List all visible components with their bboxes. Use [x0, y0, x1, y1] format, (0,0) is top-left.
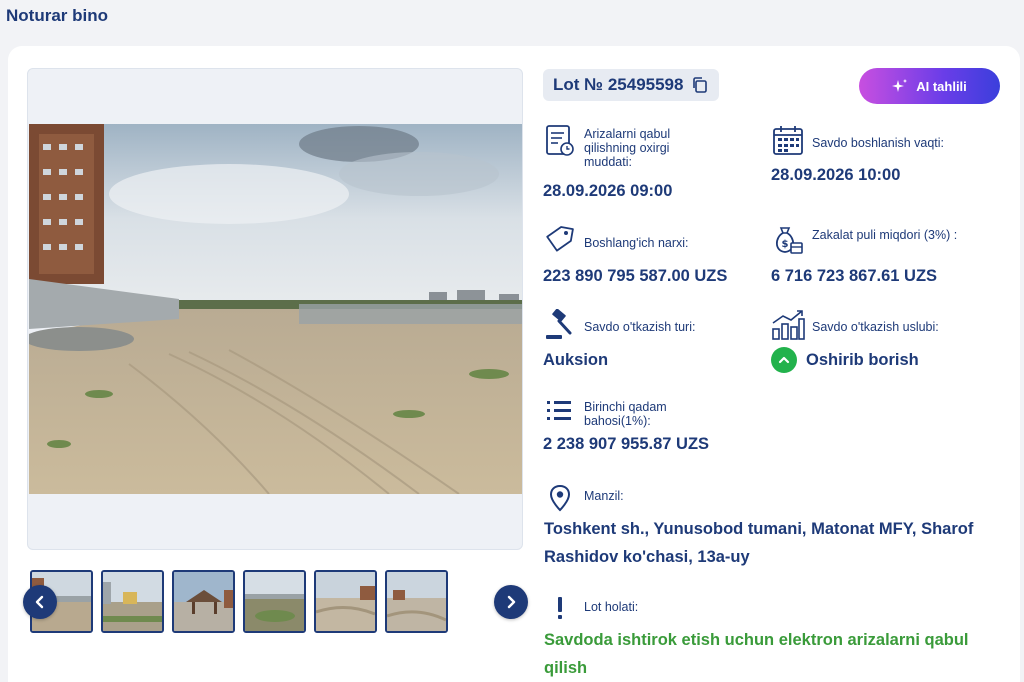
trade-type-label: Savdo o'tkazish turi:: [584, 320, 696, 334]
list-icon: [543, 397, 577, 431]
address-value: Toshkent sh., Yunusobod tumani, Matonat …: [544, 520, 974, 566]
first-step-value: 2 238 907 955.87 UZS: [543, 435, 710, 453]
thumbnail-3[interactable]: [172, 570, 235, 633]
trade-method-value: Oshirib borish: [771, 347, 919, 373]
thumbnail-4[interactable]: [243, 570, 306, 633]
price-tag-icon: [543, 225, 577, 259]
deadline-value: 28.09.2026 09:00: [543, 182, 673, 200]
chevron-right-icon: [507, 595, 516, 609]
trade-method-block: Savdo o'tkazish uslubi: Oshirib borish: [771, 309, 1011, 379]
trade-method-text: Oshirib borish: [806, 350, 919, 369]
sparkle-icon: [892, 79, 908, 92]
address-block: Manzil:: [543, 484, 783, 514]
deposit-label: Zakalat puli miqdori (3%) :: [812, 228, 958, 242]
main-photo[interactable]: [29, 124, 522, 494]
svg-text:$: $: [782, 239, 789, 250]
page-title: Noturar bino: [6, 6, 108, 25]
location-pin-icon: [543, 484, 577, 518]
deposit-block: $ Zakalat puli miqdori (3%) : 6 716 723 …: [771, 225, 1011, 285]
lot-status-label: Lot holati:: [584, 600, 639, 614]
start-price-block: Boshlang'ich narxi: 223 890 795 587.00 U…: [543, 225, 763, 285]
first-step-block: Birinchi qadam bahosi(1%): 2 238 907 955…: [543, 397, 783, 457]
trade-type-block: Savdo o'tkazish turi: Auksion: [543, 309, 763, 369]
thumbnail-6[interactable]: [385, 570, 448, 633]
money-bag-icon: $: [771, 225, 805, 259]
next-photo-button[interactable]: [494, 585, 528, 619]
lot-number-badge: Lot № 25495598: [543, 69, 720, 101]
start-price-label: Boshlang'ich narxi:: [584, 236, 689, 250]
chevron-left-icon: [35, 595, 44, 609]
start-price-value: 223 890 795 587.00 UZS: [543, 267, 728, 285]
trade-type-value: Auksion: [543, 351, 609, 369]
previous-photo-button[interactable]: [23, 585, 57, 619]
thumbnail-strip: [30, 570, 448, 634]
chevron-up-icon: [771, 347, 797, 373]
address-label: Manzil:: [584, 489, 624, 503]
start-time-label: Savdo boshlanish vaqti:: [812, 136, 945, 150]
lot-status-block: Lot holati:: [543, 595, 783, 625]
gavel-icon: [543, 309, 577, 343]
lot-status-value: Savdoda ishtirok etish uchun elektron ar…: [544, 631, 969, 677]
deadline-label: Arizalarni qabul qilishning oxirgi mudda…: [584, 127, 671, 169]
trade-method-label: Savdo o'tkazish uslubi:: [812, 320, 939, 334]
document-clock-icon: [543, 124, 577, 158]
growth-chart-icon: [771, 309, 805, 343]
deadline-block: Arizalarni qabul qilishning oxirgi mudda…: [543, 124, 763, 204]
calendar-icon: [771, 124, 805, 158]
start-time-value: 28.09.2026 10:00: [771, 166, 901, 184]
ai-analysis-button[interactable]: AI tahlili: [859, 68, 1000, 104]
first-step-label: Birinchi qadam bahosi(1%):: [584, 400, 667, 428]
lot-number: Lot № 25495598: [553, 75, 684, 94]
exclamation-icon: [543, 595, 577, 629]
thumbnail-5[interactable]: [314, 570, 377, 633]
ai-analysis-label: AI tahlili: [916, 78, 967, 94]
copy-icon[interactable]: [691, 76, 709, 94]
start-time-block: Savdo boshlanish vaqti: 28.09.2026 10:00: [771, 124, 1011, 204]
deposit-value: 6 716 723 867.61 UZS: [771, 267, 938, 285]
main-photo-frame: [27, 68, 523, 550]
thumbnail-2[interactable]: [101, 570, 164, 633]
